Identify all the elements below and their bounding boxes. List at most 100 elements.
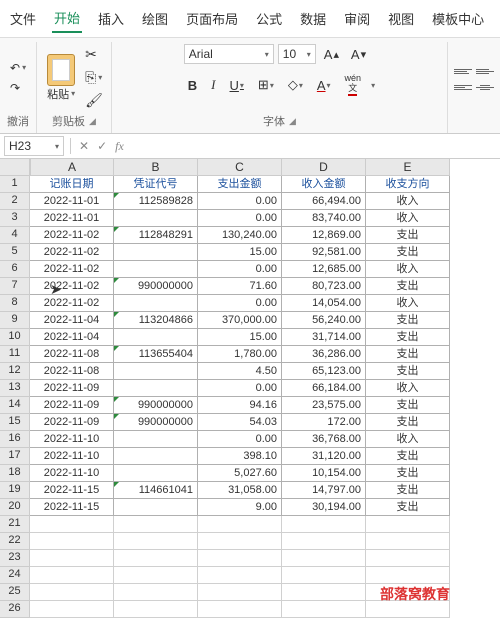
dir-cell[interactable]: 支出 <box>366 482 450 499</box>
voucher-cell[interactable]: 114661041 <box>114 482 198 499</box>
in-cell[interactable]: 172.00 <box>282 414 366 431</box>
empty-cell[interactable] <box>198 601 282 618</box>
out-cell[interactable]: 0.00 <box>198 193 282 210</box>
date-cell[interactable]: 2022-11-15 <box>30 482 114 499</box>
row-header[interactable]: 12 <box>0 363 30 380</box>
ribbon-tab-0[interactable]: 文件 <box>8 5 38 32</box>
dir-cell[interactable]: 支出 <box>366 397 450 414</box>
voucher-cell[interactable] <box>114 465 198 482</box>
date-cell[interactable]: 2022-11-04 <box>30 329 114 346</box>
italic-button[interactable]: I <box>207 75 219 95</box>
dir-cell[interactable]: 支出 <box>366 499 450 516</box>
in-cell[interactable]: 92,581.00 <box>282 244 366 261</box>
empty-cell[interactable] <box>30 550 114 567</box>
row-header[interactable]: 15 <box>0 414 30 431</box>
font-name-select[interactable]: Arial▾ <box>184 44 274 64</box>
empty-cell[interactable] <box>30 601 114 618</box>
voucher-cell[interactable]: 990000000 <box>114 397 198 414</box>
empty-cell[interactable] <box>282 567 366 584</box>
voucher-cell[interactable]: 112589828 <box>114 193 198 210</box>
date-cell[interactable]: 2022-11-15 <box>30 499 114 516</box>
empty-cell[interactable] <box>282 584 366 601</box>
row-header[interactable]: 14 <box>0 397 30 414</box>
voucher-cell[interactable] <box>114 295 198 312</box>
empty-cell[interactable] <box>366 550 450 567</box>
table-header-cell[interactable]: 收支方向 <box>366 176 450 193</box>
dir-cell[interactable]: 收入 <box>366 261 450 278</box>
empty-cell[interactable] <box>282 516 366 533</box>
decrease-font-button[interactable]: A▾ <box>347 45 370 64</box>
date-cell[interactable]: 2022-11-02 <box>30 261 114 278</box>
ribbon-tab-2[interactable]: 插入 <box>96 5 126 32</box>
out-cell[interactable]: 1,780.00 <box>198 346 282 363</box>
empty-cell[interactable] <box>114 550 198 567</box>
phonetic-button[interactable]: wén文 <box>341 72 366 98</box>
date-cell[interactable]: 2022-11-04 <box>30 312 114 329</box>
date-cell[interactable]: 2022-11-09 <box>30 414 114 431</box>
date-cell[interactable]: 2022-11-08 <box>30 346 114 363</box>
out-cell[interactable]: 0.00 <box>198 431 282 448</box>
out-cell[interactable]: 15.00 <box>198 329 282 346</box>
ribbon-tab-5[interactable]: 公式 <box>254 5 284 32</box>
row-header[interactable]: 2 <box>0 193 30 210</box>
date-cell[interactable]: 2022-11-10 <box>30 448 114 465</box>
ribbon-tab-3[interactable]: 绘图 <box>140 5 170 32</box>
date-cell[interactable]: 2022-11-02 <box>30 295 114 312</box>
date-cell[interactable]: 2022-11-01 <box>30 210 114 227</box>
row-header[interactable]: 19 <box>0 482 30 499</box>
voucher-cell[interactable] <box>114 329 198 346</box>
dir-cell[interactable]: 支出 <box>366 312 450 329</box>
row-header[interactable]: 11 <box>0 346 30 363</box>
align-middle-button[interactable] <box>476 65 494 79</box>
empty-cell[interactable] <box>198 533 282 550</box>
spreadsheet-grid[interactable]: ABCDE 1记账日期凭证代号支出金额收入金额收支方向22022-11-0111… <box>0 159 500 618</box>
voucher-cell[interactable]: 112848291 <box>114 227 198 244</box>
ribbon-tab-7[interactable]: 审阅 <box>342 5 372 32</box>
cut-button[interactable]: ✂ <box>83 44 105 65</box>
table-header-cell[interactable]: 收入金额 <box>282 176 366 193</box>
ribbon-tab-9[interactable]: 模板中心 <box>430 5 486 32</box>
ribbon-tab-4[interactable]: 页面布局 <box>184 5 240 32</box>
voucher-cell[interactable] <box>114 261 198 278</box>
date-cell[interactable]: 2022-11-02 <box>30 244 114 261</box>
underline-button[interactable]: U▾ <box>226 76 248 95</box>
in-cell[interactable]: 12,869.00 <box>282 227 366 244</box>
out-cell[interactable]: 0.00 <box>198 380 282 397</box>
undo-button[interactable]: ↶▾ <box>6 59 30 77</box>
in-cell[interactable]: 80,723.00 <box>282 278 366 295</box>
voucher-cell[interactable] <box>114 448 198 465</box>
table-header-cell[interactable]: 凭证代号 <box>114 176 198 193</box>
row-header[interactable]: 3 <box>0 210 30 227</box>
empty-cell[interactable] <box>114 516 198 533</box>
dir-cell[interactable]: 收入 <box>366 295 450 312</box>
row-header[interactable]: 13 <box>0 380 30 397</box>
col-header[interactable]: A <box>30 159 114 176</box>
row-header[interactable]: 4 <box>0 227 30 244</box>
in-cell[interactable]: 36,286.00 <box>282 346 366 363</box>
row-header[interactable]: 8 <box>0 295 30 312</box>
in-cell[interactable]: 23,575.00 <box>282 397 366 414</box>
date-cell[interactable]: 2022-11-09 <box>30 380 114 397</box>
dir-cell[interactable]: 收入 <box>366 431 450 448</box>
dir-cell[interactable]: 支出 <box>366 329 450 346</box>
voucher-cell[interactable]: 990000000 <box>114 414 198 431</box>
dir-cell[interactable]: 支出 <box>366 363 450 380</box>
out-cell[interactable]: 15.00 <box>198 244 282 261</box>
align-top-button[interactable] <box>454 65 472 79</box>
in-cell[interactable]: 56,240.00 <box>282 312 366 329</box>
row-header[interactable]: 5 <box>0 244 30 261</box>
dir-cell[interactable]: 收入 <box>366 380 450 397</box>
empty-cell[interactable] <box>198 567 282 584</box>
empty-cell[interactable] <box>282 550 366 567</box>
voucher-cell[interactable]: 113655404 <box>114 346 198 363</box>
date-cell[interactable]: 2022-11-01 <box>30 193 114 210</box>
empty-cell[interactable] <box>114 584 198 601</box>
dir-cell[interactable]: 支出 <box>366 278 450 295</box>
table-header-cell[interactable]: 支出金额 <box>198 176 282 193</box>
row-header[interactable]: 25 <box>0 584 30 601</box>
col-header[interactable]: C <box>198 159 282 176</box>
paste-button[interactable]: 粘贴▾ <box>43 50 79 106</box>
empty-cell[interactable] <box>114 601 198 618</box>
in-cell[interactable]: 65,123.00 <box>282 363 366 380</box>
fill-color-button[interactable]: ◇▾ <box>284 75 307 95</box>
